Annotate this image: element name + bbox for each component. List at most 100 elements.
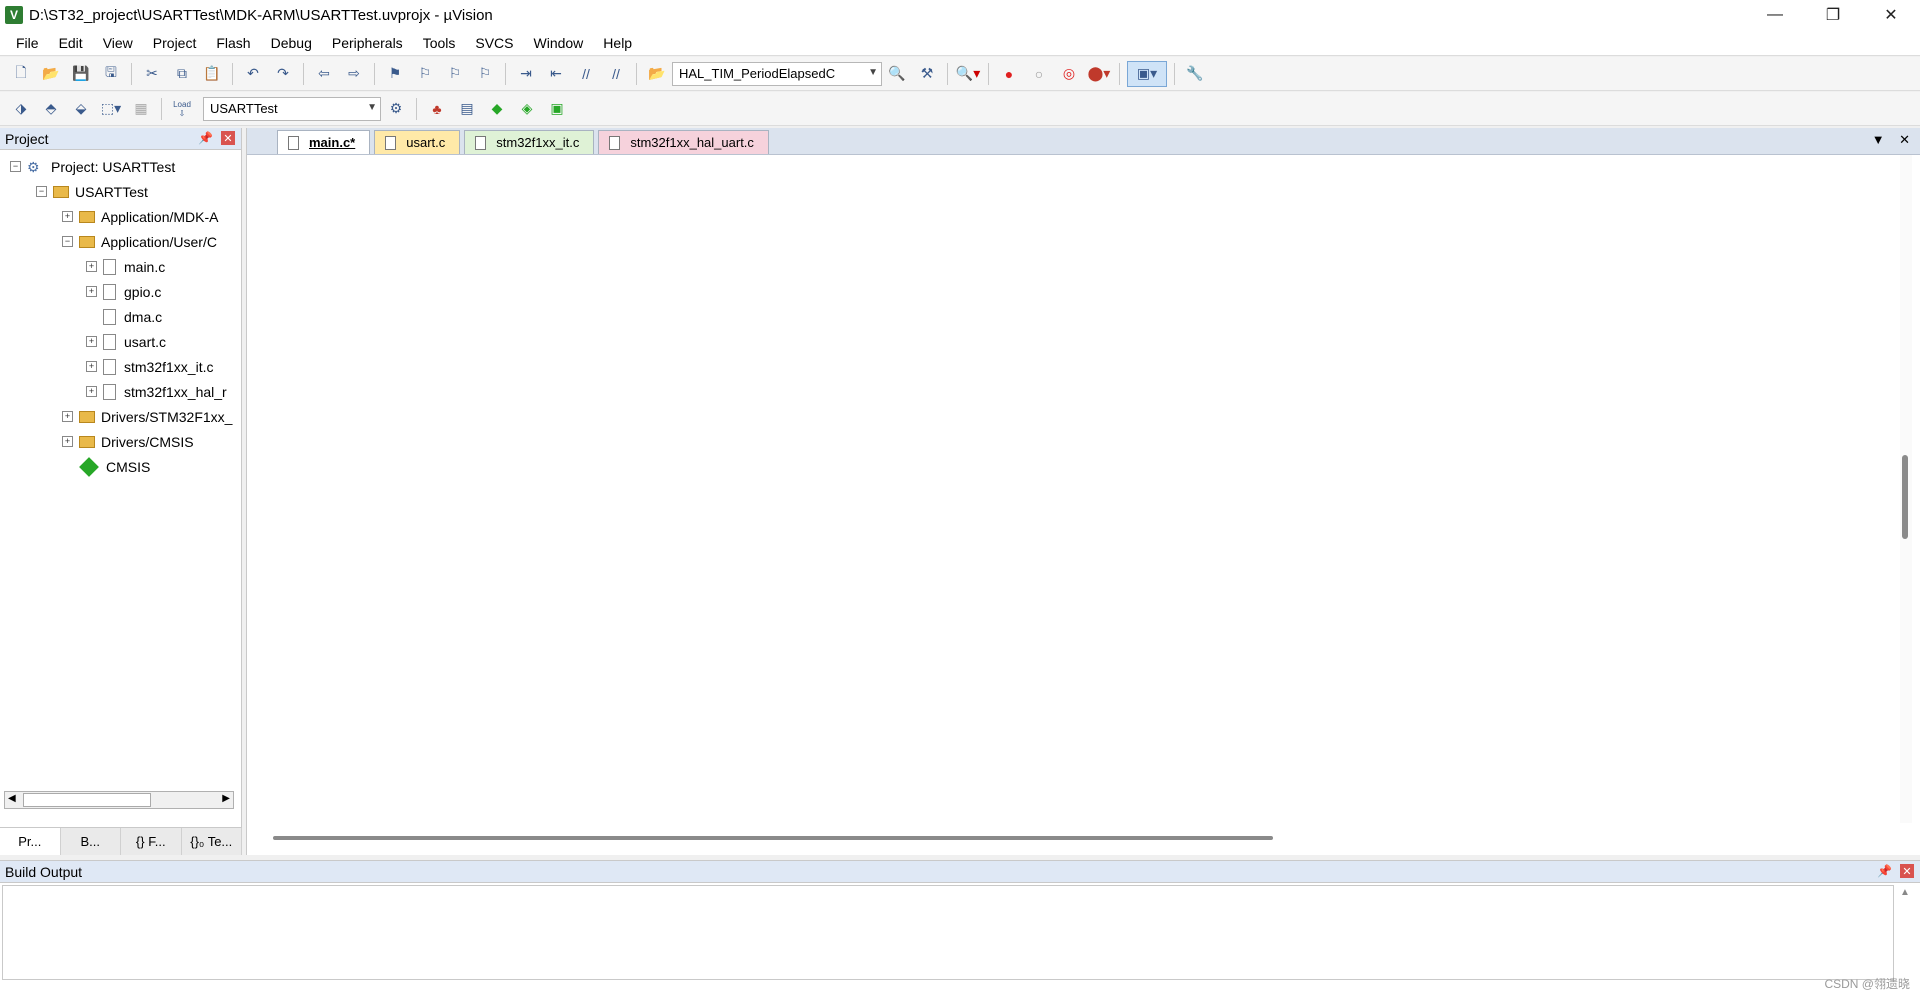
manage-run-time-environment-icon[interactable]: ◆ [484, 96, 510, 122]
menu-project[interactable]: Project [143, 35, 207, 51]
project-tree-scrollbar[interactable]: ◀ ▶ [4, 791, 234, 809]
paste-icon[interactable]: 📋 [199, 61, 225, 87]
navigate-back-icon[interactable]: ⇦ [311, 61, 337, 87]
pin-icon[interactable]: 📌 [198, 131, 213, 145]
restore-button[interactable]: ❐ [1804, 0, 1862, 30]
tree-item[interactable]: − ⚙ Project: USARTTest [0, 154, 241, 179]
find-icon[interactable]: 🔍 [884, 61, 910, 87]
collapse-icon[interactable]: − [36, 186, 47, 197]
expand-icon[interactable]: + [86, 361, 97, 372]
unindent-icon[interactable]: ⇤ [543, 61, 569, 87]
open-file-icon[interactable]: 📂 [38, 61, 64, 87]
menu-peripherals[interactable]: Peripherals [322, 35, 413, 51]
expand-icon[interactable]: + [86, 286, 97, 297]
manage-project-items-icon[interactable]: ♣ [424, 96, 450, 122]
minimize-button[interactable]: — [1746, 0, 1804, 30]
tree-item[interactable]: + main.c [0, 254, 241, 279]
tree-item[interactable]: + stm32f1xx_it.c [0, 354, 241, 379]
expand-icon[interactable]: + [86, 261, 97, 272]
undo-icon[interactable]: ↶ [240, 61, 266, 87]
tree-item[interactable]: + Application/MDK-A [0, 204, 241, 229]
menu-file[interactable]: File [6, 35, 49, 51]
expand-icon[interactable]: + [62, 436, 73, 447]
kill-breakpoints-icon[interactable]: ⬤▾ [1086, 61, 1112, 87]
uncomment-icon[interactable]: // [603, 61, 629, 87]
find-in-files-icon[interactable]: 📂 [644, 61, 670, 87]
expand-icon[interactable]: + [86, 386, 97, 397]
cut-icon[interactable]: ✂ [139, 61, 165, 87]
menu-help[interactable]: Help [593, 35, 642, 51]
menu-tools[interactable]: Tools [413, 35, 466, 51]
close-button[interactable]: ✕ [1862, 0, 1920, 30]
select-packs-icon[interactable]: ▤ [454, 96, 480, 122]
tree-item[interactable]: − USARTTest [0, 179, 241, 204]
save-all-icon[interactable]: 🖫 [98, 61, 124, 87]
scrollbar-thumb[interactable] [23, 793, 151, 807]
insert-bookmark-icon[interactable]: ⚑ [382, 61, 408, 87]
next-bookmark-icon[interactable]: ⚐ [442, 61, 468, 87]
tab-stm32f1xx-hal-uart-c[interactable]: stm32f1xx_hal_uart.c [598, 130, 769, 154]
code-area[interactable] [343, 155, 1894, 823]
software-packs-icon[interactable]: ▣ [544, 96, 570, 122]
tree-item[interactable]: + usart.c [0, 329, 241, 354]
close-tab-icon[interactable]: ✕ [1899, 132, 1910, 147]
scrollbar-thumb[interactable] [1902, 455, 1908, 539]
expand-icon[interactable]: + [62, 211, 73, 222]
menu-svcs[interactable]: SVCS [465, 35, 523, 51]
tree-item[interactable]: − Application/User/C [0, 229, 241, 254]
tree-item[interactable]: + Drivers/STM32F1xx_ [0, 404, 241, 429]
new-file-icon[interactable]: 🗋 [8, 61, 34, 87]
pack-installer-icon[interactable]: ◈ [514, 96, 540, 122]
close-panel-icon[interactable]: ✕ [221, 131, 235, 145]
build-output-scrollbar[interactable]: ▲ [1900, 887, 1914, 967]
tab-templates[interactable]: {}₀ Te... [182, 828, 242, 855]
menu-debug[interactable]: Debug [261, 35, 322, 51]
configure-icon[interactable]: 🔧 [1182, 61, 1208, 87]
collapse-icon[interactable]: − [10, 161, 21, 172]
editor-vertical-scrollbar[interactable] [1900, 155, 1912, 823]
insert-breakpoint-icon[interactable]: ● [996, 61, 1022, 87]
tree-item[interactable]: dma.c [0, 304, 241, 329]
menu-view[interactable]: View [93, 35, 143, 51]
scroll-right-icon[interactable]: ▶ [222, 793, 230, 804]
scroll-left-icon[interactable]: ◀ [8, 793, 16, 804]
tree-item[interactable]: + stm32f1xx_hal_r [0, 379, 241, 404]
download-load-icon[interactable]: Load ⇩ [169, 96, 195, 122]
tab-stm32f1xx-it-c[interactable]: stm32f1xx_it.c [464, 130, 595, 154]
copy-icon[interactable]: ⧉ [169, 61, 195, 87]
stop-build-icon[interactable]: ▦ [128, 96, 154, 122]
tab-usart-c[interactable]: usart.c [374, 130, 461, 154]
tree-item[interactable]: + gpio.c [0, 279, 241, 304]
editor-horizontal-scrollbar[interactable] [273, 836, 1273, 840]
debug-session-icon[interactable]: 🔍▾ [955, 61, 981, 87]
rebuild-icon[interactable]: ⬙ [68, 96, 94, 122]
target-select[interactable]: USARTTest ▼ [203, 96, 381, 121]
save-icon[interactable]: 💾 [68, 61, 94, 87]
tree-item[interactable]: CMSIS [0, 454, 241, 479]
tree-item[interactable]: + Drivers/CMSIS [0, 429, 241, 454]
build-icon[interactable]: ⬘ [38, 96, 64, 122]
enable-breakpoint-icon[interactable]: ○ [1026, 61, 1052, 87]
expand-icon[interactable]: + [62, 411, 73, 422]
redo-icon[interactable]: ↷ [270, 61, 296, 87]
tab-project[interactable]: Pr... [0, 828, 61, 855]
navigate-forward-icon[interactable]: ⇨ [341, 61, 367, 87]
comment-icon[interactable]: // [573, 61, 599, 87]
incremental-find-icon[interactable]: ⚒ [914, 61, 940, 87]
tab-list-icon[interactable]: ▼ [1872, 132, 1885, 147]
expand-icon[interactable]: + [86, 336, 97, 347]
batch-build-icon[interactable]: ⬚▾ [98, 96, 124, 122]
indent-icon[interactable]: ⇥ [513, 61, 539, 87]
build-output-text[interactable] [2, 885, 1894, 980]
translate-icon[interactable]: ⬗ [8, 96, 34, 122]
pin-icon[interactable]: 📌 [1877, 864, 1892, 878]
menu-edit[interactable]: Edit [49, 35, 93, 51]
tab-main-c[interactable]: main.c* [277, 130, 371, 154]
window-layout-icon[interactable]: ▣▾ [1127, 60, 1167, 87]
close-panel-icon[interactable]: ✕ [1900, 864, 1914, 878]
tab-functions[interactable]: {} F... [121, 828, 182, 855]
menu-window[interactable]: Window [524, 35, 594, 51]
collapse-icon[interactable]: − [62, 236, 73, 247]
clear-bookmarks-icon[interactable]: ⚐ [472, 61, 498, 87]
target-options-icon[interactable]: ⚙ [383, 96, 409, 122]
